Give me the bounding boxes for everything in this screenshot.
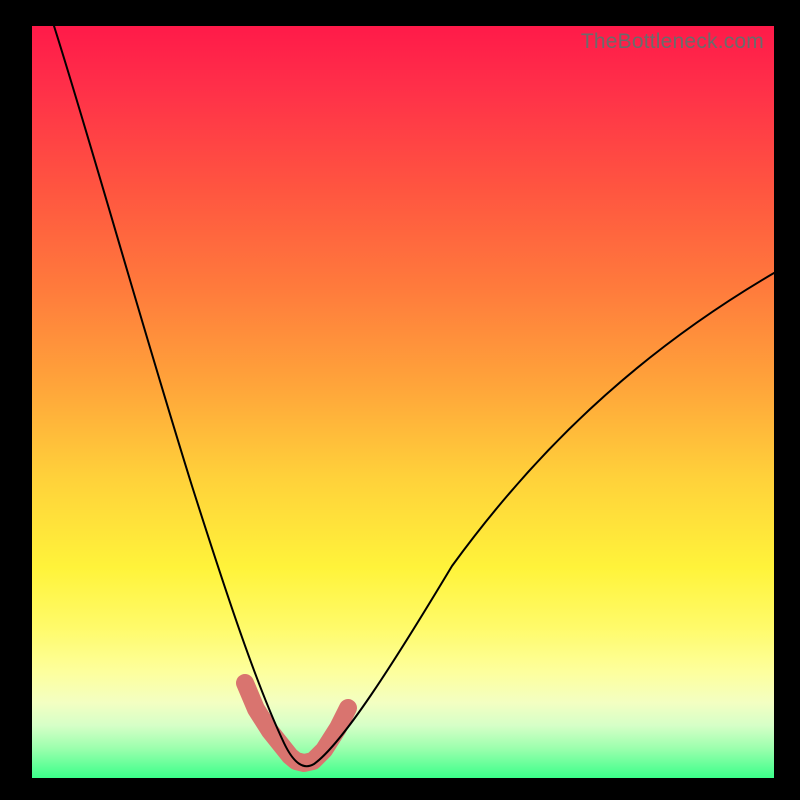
chart-frame: TheBottleneck.com — [0, 0, 800, 800]
valley-highlight — [245, 683, 348, 763]
plot-area: TheBottleneck.com — [32, 26, 774, 778]
curve-line — [54, 26, 774, 766]
bottleneck-curve — [32, 26, 774, 778]
